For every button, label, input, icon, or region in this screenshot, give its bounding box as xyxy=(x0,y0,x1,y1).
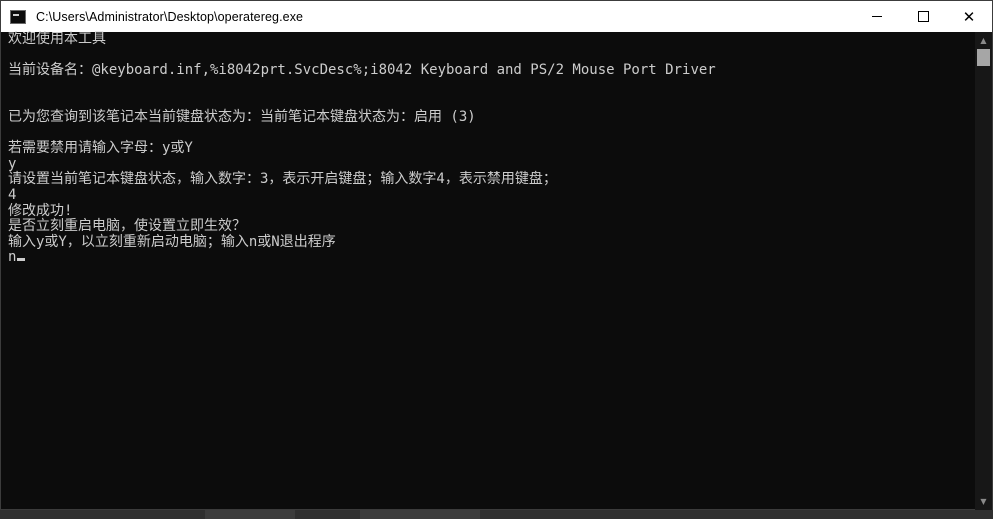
taskbar xyxy=(0,510,993,519)
console-line: 是否立刻重启电脑，使设置立即生效？ xyxy=(8,218,246,235)
text-cursor xyxy=(17,258,26,262)
minimize-button[interactable] xyxy=(854,1,900,32)
close-button[interactable]: ✕ xyxy=(946,1,992,32)
console-input-text: n xyxy=(8,249,17,266)
scroll-up-arrow-icon[interactable]: ▲ xyxy=(975,32,992,49)
console-line: 输入y或Y，以立刻重新启动电脑；输入n或N退出程序 xyxy=(8,233,336,250)
minimize-icon xyxy=(872,16,882,17)
console-input-line[interactable]: n xyxy=(8,250,968,266)
console-line: y xyxy=(8,155,17,172)
console-line: 请设置当前笔记本键盘状态，输入数字：3，表示开启键盘；输入数字4，表示禁用键盘； xyxy=(8,171,557,188)
vertical-scrollbar[interactable]: ▲ ▼ xyxy=(975,32,992,510)
maximize-icon xyxy=(917,11,929,22)
scrollbar-thumb[interactable] xyxy=(977,49,990,66)
console-line: 若需要禁用请输入字母：y或Y xyxy=(8,140,193,157)
taskbar-item[interactable] xyxy=(360,510,480,519)
console-line: 已为您查询到该笔记本当前键盘状态为：当前笔记本键盘状态为：启用 (3) xyxy=(8,108,476,125)
maximize-button[interactable] xyxy=(900,1,946,32)
console-line: 修改成功! xyxy=(8,202,73,219)
console-line: 当前设备名：@keyboard.inf,%i8042prt.SvcDesc%;i… xyxy=(8,62,716,79)
scroll-down-arrow-icon[interactable]: ▼ xyxy=(975,493,992,510)
title-bar[interactable]: C:\Users\Administrator\Desktop\operatere… xyxy=(1,1,992,32)
taskbar-item[interactable] xyxy=(205,510,295,519)
console-app-icon[interactable] xyxy=(10,9,26,24)
console-line: 欢迎使用本工具 xyxy=(8,31,106,47)
console-output[interactable]: 欢迎使用本工具 当前设备名：@keyboard.inf,%i8042prt.Sv… xyxy=(8,31,968,510)
window-controls: ✕ xyxy=(854,1,992,32)
console-line: 4 xyxy=(8,186,17,203)
console-window: C:\Users\Administrator\Desktop\operatere… xyxy=(0,0,993,510)
close-icon: ✕ xyxy=(962,7,976,26)
window-title: C:\Users\Administrator\Desktop\operatere… xyxy=(36,9,304,24)
